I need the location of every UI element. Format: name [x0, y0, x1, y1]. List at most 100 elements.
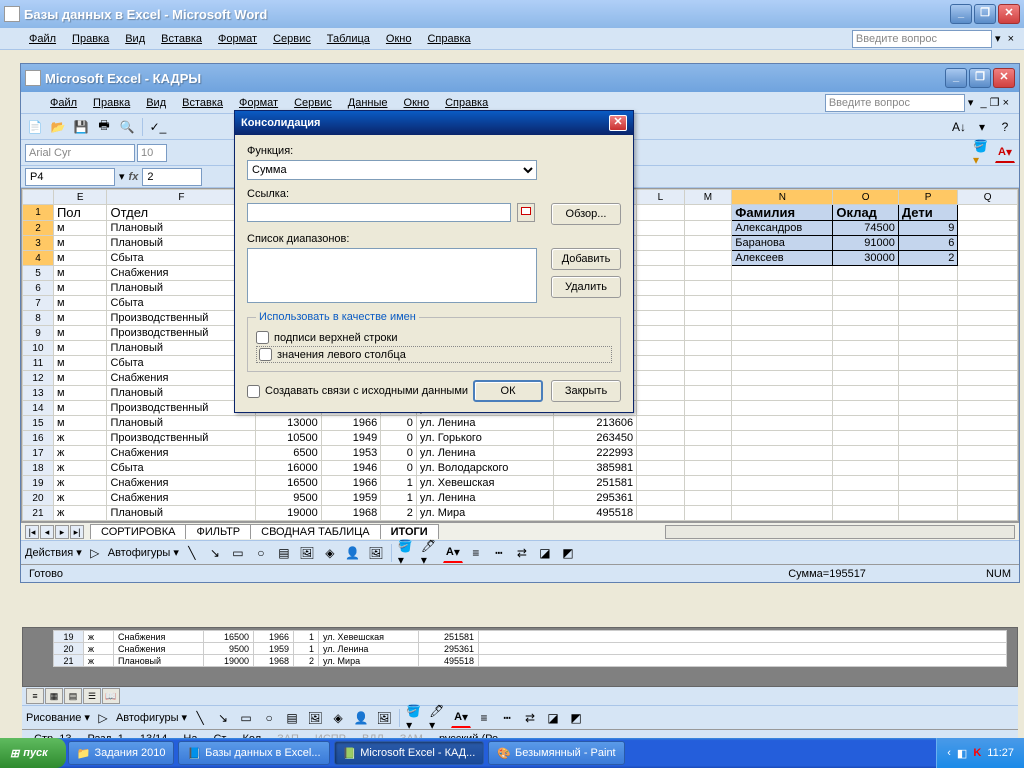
excel-menu-help[interactable]: Справка — [438, 95, 495, 111]
word-menu-file[interactable]: Файл — [22, 31, 63, 47]
arrow-icon[interactable]: ↘ — [205, 543, 225, 563]
word-menu-insert[interactable]: Вставка — [154, 31, 209, 47]
reading-view-icon[interactable]: 📖 — [102, 688, 120, 704]
left-col-checkbox[interactable] — [259, 348, 272, 361]
textbox-icon[interactable]: ▤ — [274, 543, 294, 563]
task-folder[interactable]: 📁 Задания 2010 — [68, 741, 175, 765]
reference-input[interactable] — [247, 203, 511, 222]
open-icon[interactable]: 📂 — [48, 117, 68, 137]
close-button[interactable]: Закрыть — [551, 380, 621, 402]
normal-view-icon[interactable]: ≡ — [26, 688, 44, 704]
word-menu-table[interactable]: Таблица — [320, 31, 377, 47]
dialog-close-icon[interactable]: ✕ — [609, 115, 627, 131]
line-style-icon[interactable]: ≡ — [466, 543, 486, 563]
system-tray[interactable]: ‹ ◧ K 11:27 — [936, 738, 1024, 768]
tab-pivot[interactable]: СВОДНАЯ ТАБЛИЦА — [250, 524, 380, 539]
select-icon[interactable]: ▷ — [85, 543, 105, 563]
word-clipart-icon[interactable]: 👤 — [351, 708, 371, 728]
tray-icon[interactable]: ◧ — [957, 747, 967, 760]
fx-icon[interactable]: fx — [129, 171, 139, 183]
wordart-icon[interactable]: 🖼 — [297, 543, 317, 563]
word-menu-window[interactable]: Окно — [379, 31, 419, 47]
word-arrowstyle-icon[interactable]: ⇄ — [520, 708, 540, 728]
clipart-icon[interactable]: 👤 — [343, 543, 363, 563]
rect-icon[interactable]: ▭ — [228, 543, 248, 563]
excel-menu-file[interactable]: Файл — [43, 95, 84, 111]
tab-next[interactable]: ▸ — [55, 525, 69, 539]
sort-asc-icon[interactable]: A↓ — [949, 117, 969, 137]
new-icon[interactable]: 📄 — [25, 117, 45, 137]
ok-button[interactable]: ОК — [473, 380, 543, 402]
word-close[interactable]: ✕ — [998, 4, 1020, 24]
excel-menu-insert[interactable]: Вставка — [175, 95, 230, 111]
word-shadow-icon[interactable]: ◪ — [543, 708, 563, 728]
word-fontcolor-icon[interactable]: A▾ — [451, 708, 471, 728]
actions-menu[interactable]: Действия — [25, 547, 73, 559]
excel-ask-input[interactable] — [825, 94, 965, 112]
formula-value[interactable]: 2 — [142, 168, 202, 186]
save-icon[interactable]: 💾 — [71, 117, 91, 137]
word-linecolor-icon[interactable]: 🖊▾ — [428, 708, 448, 728]
word-oval-icon[interactable]: ○ — [259, 708, 279, 728]
spellcheck-icon[interactable]: ✓_ — [148, 117, 168, 137]
print-icon[interactable]: 🖶 — [94, 117, 114, 137]
horizontal-scrollbar[interactable] — [665, 525, 1015, 539]
word-arrow-icon[interactable]: ↘ — [213, 708, 233, 728]
word-draw-menu[interactable]: Рисование — [26, 712, 81, 724]
tab-filter[interactable]: ФИЛЬТР — [185, 524, 251, 539]
arrow-style-icon[interactable]: ⇄ — [512, 543, 532, 563]
word-diagram-icon[interactable]: ◈ — [328, 708, 348, 728]
fill-icon[interactable]: 🪣▾ — [397, 543, 417, 563]
ranges-listbox[interactable] — [247, 248, 537, 303]
excel-minimize[interactable]: _ — [945, 68, 967, 88]
task-word[interactable]: 📘 Базы данных в Excel... — [178, 741, 329, 765]
task-excel[interactable]: 📗 Microsoft Excel - КАД... — [334, 741, 485, 765]
excel-menu-format[interactable]: Формат — [232, 95, 285, 111]
font-color-draw-icon[interactable]: A▾ — [443, 543, 463, 563]
excel-menu-window[interactable]: Окно — [397, 95, 437, 111]
create-links-checkbox[interactable] — [247, 385, 260, 398]
sort-desc-icon[interactable]: ▾ — [972, 117, 992, 137]
name-box[interactable]: P4 — [25, 168, 115, 186]
word-rect-icon[interactable]: ▭ — [236, 708, 256, 728]
add-button[interactable]: Добавить — [551, 248, 621, 270]
word-fill-icon[interactable]: 🪣▾ — [405, 708, 425, 728]
font-size-input[interactable] — [137, 144, 167, 162]
word-restore[interactable]: ❐ — [974, 4, 996, 24]
word-menu-tools[interactable]: Сервис — [266, 31, 318, 47]
dash-icon[interactable]: ┅ — [489, 543, 509, 563]
start-button[interactable]: ⊞ пуск — [0, 738, 66, 768]
oval-icon[interactable]: ○ — [251, 543, 271, 563]
excel-restore[interactable]: ❐ — [969, 68, 991, 88]
tab-first[interactable]: |◂ — [25, 525, 39, 539]
tab-last[interactable]: ▸| — [70, 525, 84, 539]
web-view-icon[interactable]: ▦ — [45, 688, 63, 704]
fill-color-icon[interactable]: 🪣▾ — [972, 143, 992, 163]
diagram-icon[interactable]: ◈ — [320, 543, 340, 563]
word-menu-format[interactable]: Формат — [211, 31, 264, 47]
excel-close[interactable]: ✕ — [993, 68, 1015, 88]
word-menu-edit[interactable]: Правка — [65, 31, 116, 47]
delete-button[interactable]: Удалить — [551, 276, 621, 298]
word-dash-icon[interactable]: ┅ — [497, 708, 517, 728]
line-ना-icon[interactable]: ╲ — [182, 543, 202, 563]
top-row-checkbox[interactable] — [256, 331, 269, 344]
word-textbox-icon[interactable]: ▤ — [282, 708, 302, 728]
3d-icon[interactable]: ◩ — [558, 543, 578, 563]
outline-view-icon[interactable]: ☰ — [83, 688, 101, 704]
tab-prev[interactable]: ◂ — [40, 525, 54, 539]
preview-icon[interactable]: 🔍 — [117, 117, 137, 137]
browse-button[interactable]: Обзор... — [551, 203, 621, 225]
dialog-titlebar[interactable]: Консолидация ✕ — [235, 111, 633, 135]
line-color-icon[interactable]: 🖊▾ — [420, 543, 440, 563]
task-paint[interactable]: 🎨 Безымянный - Paint — [488, 741, 624, 765]
font-name-input[interactable] — [25, 144, 135, 162]
word-ask-input[interactable] — [852, 30, 992, 48]
font-color-icon[interactable]: A▾ — [995, 143, 1015, 163]
word-line-icon[interactable]: ╲ — [190, 708, 210, 728]
tray-kaspersky-icon[interactable]: K — [973, 747, 981, 759]
shadow-icon[interactable]: ◪ — [535, 543, 555, 563]
word-autoshapes[interactable]: Автофигуры — [116, 712, 179, 724]
tab-sort[interactable]: СОРТИРОВКА — [90, 524, 186, 539]
excel-menu-data[interactable]: Данные — [341, 95, 395, 111]
